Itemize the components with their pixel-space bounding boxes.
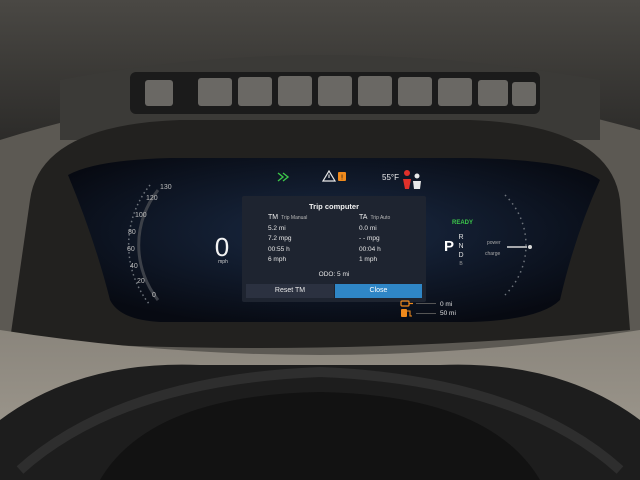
ready-indicator: READY [452,220,474,226]
speed-tick: 80 [128,229,136,236]
warning-triangle-icon [322,170,336,182]
plug-icon [400,300,413,307]
speed-unit-label: mph [218,259,228,265]
power-label: power [487,240,501,246]
speed-tick: 40 [130,263,138,270]
fuel-range-bar [416,313,436,314]
headlight-icon [277,172,290,182]
speed-tick: 20 [137,278,145,285]
svg-text:!: ! [341,174,344,182]
trip-auto-abbr: TA [359,214,368,221]
trip-auto-name: Trip Auto [370,215,391,221]
gear-selected: P [444,238,455,255]
trip-computer-title: Trip computer [308,202,359,211]
charge-label: charge [485,251,501,257]
reset-trip-button[interactable]: Reset TM [246,284,334,298]
trip-manual-distance: 5.2 mi [268,225,286,232]
gear-r: R [458,234,464,241]
trip-manual-header: TM Trip Manual [268,214,307,221]
trip-manual-time: 00:55 h [268,246,290,253]
gear-d: D [458,252,464,259]
speed-tick: 120 [146,195,158,202]
speed-tick: 60 [127,246,135,253]
gear-b: B [459,261,463,267]
fuel-range: 50 mi [440,310,456,317]
trip-auto-distance: 0.0 mi [359,225,377,232]
fuel-pump-icon [401,309,412,317]
trip-auto-economy: - - mpg [359,235,380,242]
seatbelt-icon [403,170,421,189]
trip-manual-economy: 7.2 mpg [268,235,292,242]
trip-auto-avg-speed: 1 mph [359,256,378,263]
trip-auto-time: 00:04 h [359,246,381,253]
speed-tick: 130 [160,184,172,191]
trip-manual-name: Trip Manual [281,215,308,221]
gear-n: N [458,243,464,250]
trip-computer-panel: Trip computer TM Trip Manual TA Trip Auto … [242,196,426,302]
speed-tick: 100 [135,212,147,219]
electric-range-bar [416,303,436,304]
trip-manual-abbr: TM [268,214,279,221]
trip-auto-header: TA Trip Auto [359,214,390,221]
electric-range: 0 mi [440,301,453,308]
odometer-readout: ODO: 5 mi [318,271,350,278]
close-button[interactable]: Close [335,284,422,298]
speed-tick: 0 [152,292,156,299]
outside-temperature: 55°F [382,173,399,182]
service-icon: ! [338,172,346,182]
trip-manual-avg-speed: 6 mph [268,256,287,263]
